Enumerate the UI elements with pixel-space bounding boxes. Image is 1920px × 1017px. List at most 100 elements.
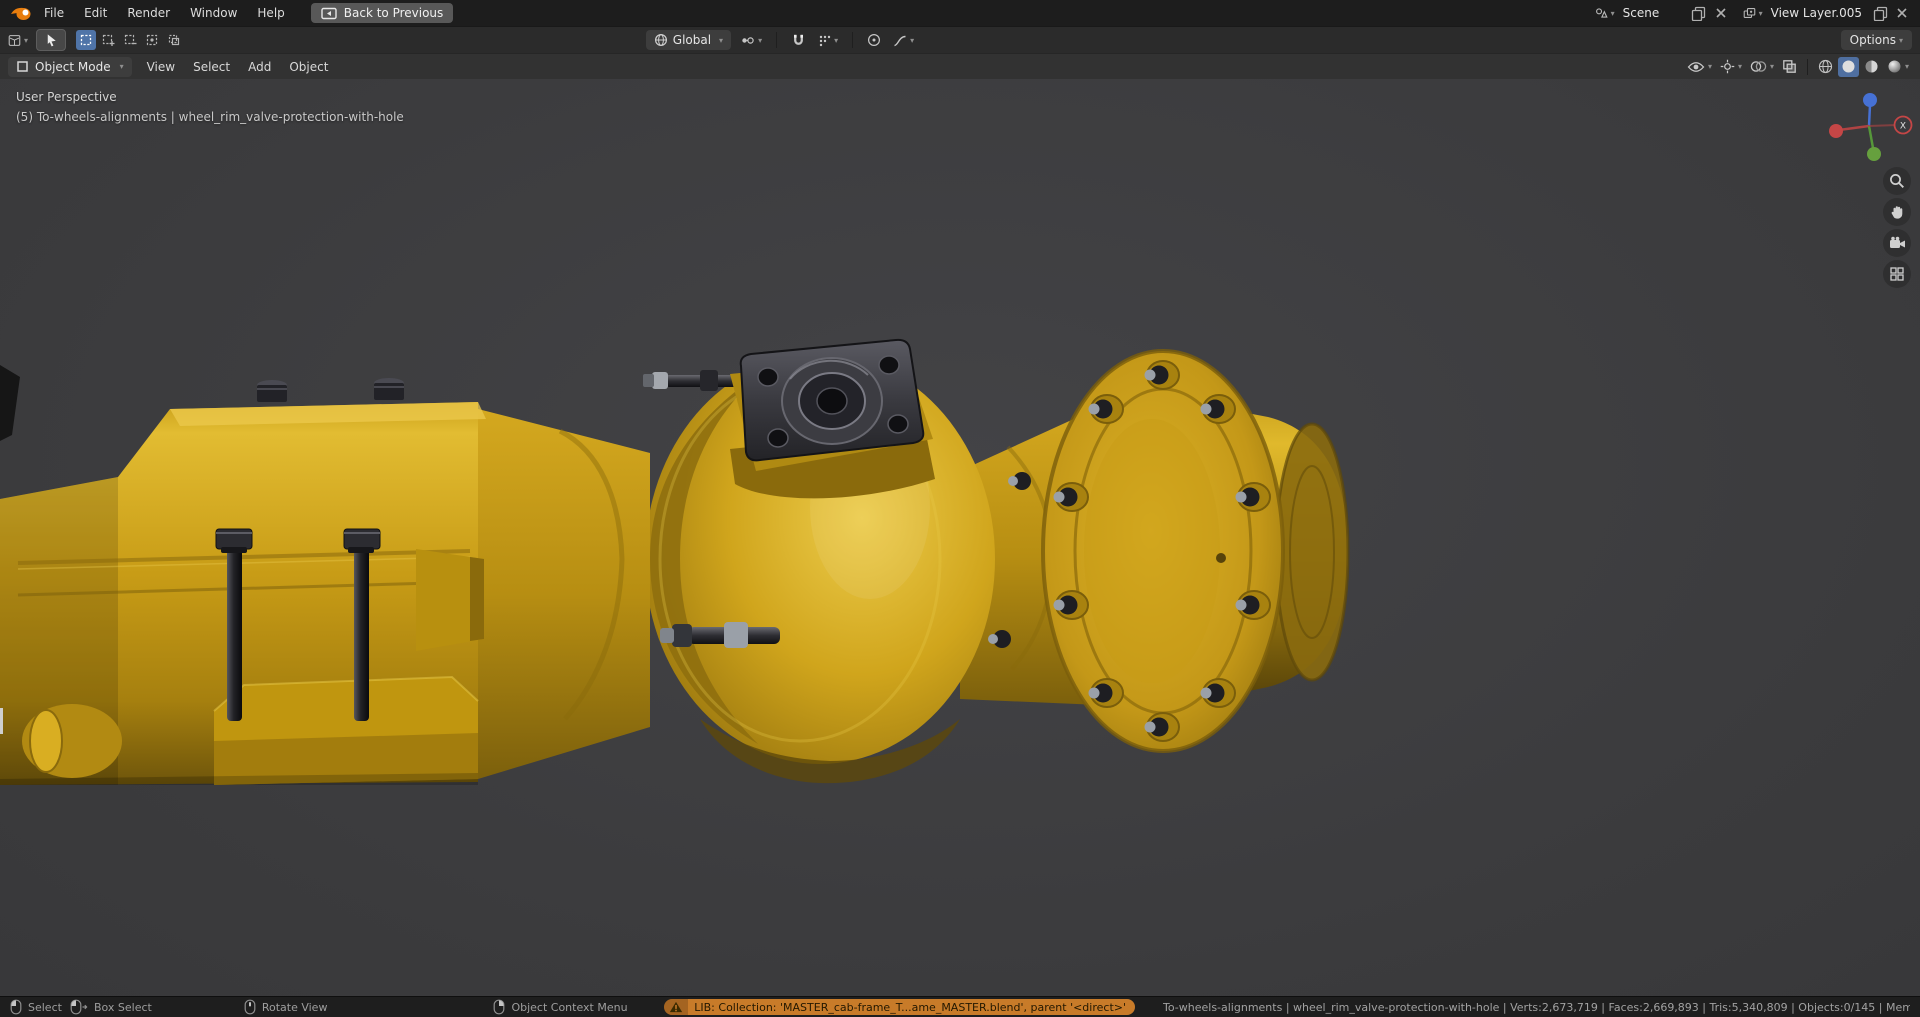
select-mode-subtract-button[interactable] bbox=[120, 30, 140, 50]
editor-type-dropdown[interactable] bbox=[8, 30, 28, 50]
select-mode-intersect-button[interactable] bbox=[164, 30, 184, 50]
transform-orientation-dropdown[interactable]: Global bbox=[645, 30, 732, 50]
mouse-right-icon bbox=[494, 999, 505, 1015]
cursor-arrow-icon bbox=[47, 33, 56, 46]
hint-rotate-view: Rotate View bbox=[244, 999, 327, 1015]
new-view-layer-button[interactable] bbox=[1870, 3, 1890, 23]
material-sphere-icon bbox=[1865, 60, 1878, 73]
axle-taper[interactable] bbox=[478, 409, 650, 779]
solid-sphere-icon bbox=[1842, 60, 1855, 73]
snap-toggle-button[interactable] bbox=[788, 30, 809, 50]
menu-window[interactable]: Window bbox=[180, 0, 247, 26]
top-hex-bolts[interactable] bbox=[257, 378, 404, 402]
mouse-drag-icon bbox=[70, 999, 88, 1015]
library-warning-badge[interactable]: LIB: Collection: 'MASTER_cab-frame_T...a… bbox=[664, 999, 1135, 1015]
shading-wireframe-button[interactable] bbox=[1815, 57, 1836, 77]
axle-housing-left[interactable] bbox=[0, 365, 486, 785]
edge-marker bbox=[0, 708, 3, 734]
shading-rendered-button[interactable] bbox=[1884, 57, 1912, 77]
viewport-tools bbox=[1883, 167, 1911, 288]
left-cylinder-boss bbox=[22, 704, 122, 778]
viewport-header: Object Mode View Select Add Object bbox=[0, 53, 1920, 79]
options-label: Options bbox=[1849, 33, 1896, 47]
xray-toggle-button[interactable] bbox=[1779, 57, 1800, 77]
menu-help[interactable]: Help bbox=[247, 0, 294, 26]
object-mode-icon bbox=[17, 61, 28, 72]
background-object bbox=[0, 365, 20, 441]
overlays-dropdown[interactable] bbox=[1747, 57, 1777, 77]
hint-context-menu: Object Context Menu bbox=[493, 999, 628, 1015]
active-object-label: (5) To-wheels-alignments | wheel_rim_val… bbox=[16, 110, 404, 124]
pivot-point-dropdown[interactable] bbox=[737, 30, 765, 50]
proportional-falloff-dropdown[interactable] bbox=[890, 30, 917, 50]
topbar-right: Scene View Layer.005 bbox=[1595, 3, 1912, 23]
hint-box-select: Box Select bbox=[70, 999, 152, 1015]
navigation-gizmo[interactable]: X bbox=[1823, 82, 1913, 172]
menu-view[interactable]: View bbox=[138, 54, 184, 80]
pivot-point-icon bbox=[742, 36, 754, 44]
scene-browse-dropdown[interactable] bbox=[1595, 3, 1615, 23]
back-to-previous-button[interactable]: Back to Previous bbox=[310, 3, 454, 23]
menu-edit[interactable]: Edit bbox=[74, 0, 117, 26]
falloff-curve-icon bbox=[894, 35, 906, 46]
active-tool-tweak-button[interactable] bbox=[36, 29, 66, 51]
select-mode-extend-button[interactable] bbox=[98, 30, 118, 50]
shading-material-button[interactable] bbox=[1861, 57, 1882, 77]
menu-add[interactable]: Add bbox=[239, 54, 280, 80]
select-intersect-icon bbox=[168, 34, 180, 46]
toggle-ortho-button[interactable] bbox=[1883, 260, 1911, 288]
snap-settings-dropdown[interactable] bbox=[815, 30, 841, 50]
editor-3d-viewport-icon bbox=[8, 34, 21, 46]
unlink-scene-button[interactable] bbox=[1711, 3, 1731, 23]
menu-select[interactable]: Select bbox=[184, 54, 239, 80]
tool-settings-bar: Global bbox=[0, 26, 1920, 53]
options-dropdown[interactable]: Options bbox=[1840, 30, 1912, 50]
select-extend-icon bbox=[102, 34, 115, 46]
select-new-icon bbox=[80, 34, 92, 46]
axle-3d-model[interactable] bbox=[0, 79, 1920, 996]
select-mode-invert-button[interactable] bbox=[142, 30, 162, 50]
gizmo-y-axis bbox=[1867, 147, 1881, 161]
wheel-hub-flange[interactable] bbox=[1041, 349, 1285, 753]
warning-triangle-icon bbox=[664, 999, 689, 1015]
magnifier-icon bbox=[1890, 174, 1904, 188]
divider bbox=[1806, 58, 1808, 75]
select-mode-new-button[interactable] bbox=[76, 30, 96, 50]
duplicate-icon bbox=[1873, 6, 1887, 21]
mouse-middle-icon bbox=[244, 999, 256, 1015]
view-layer-icon bbox=[1743, 8, 1755, 18]
zoom-button[interactable] bbox=[1883, 167, 1911, 195]
proportional-editing-toggle[interactable] bbox=[864, 30, 884, 50]
new-scene-button[interactable] bbox=[1689, 3, 1709, 23]
magnet-icon bbox=[794, 34, 804, 45]
shading-solid-button[interactable] bbox=[1837, 56, 1859, 77]
view-perspective-label: User Perspective bbox=[16, 90, 117, 104]
menu-object[interactable]: Object bbox=[280, 54, 337, 80]
mode-dropdown[interactable]: Object Mode bbox=[8, 56, 132, 77]
pan-button[interactable] bbox=[1883, 198, 1911, 226]
proportional-circle-icon bbox=[868, 33, 881, 47]
visibility-dropdown[interactable] bbox=[1684, 57, 1715, 77]
top-cover-plate[interactable] bbox=[739, 338, 925, 462]
transform-snap-cluster: Global bbox=[645, 30, 917, 50]
scene-name-field[interactable]: Scene bbox=[1617, 6, 1687, 20]
hint-select: Select bbox=[10, 999, 62, 1015]
menu-file[interactable]: File bbox=[34, 0, 74, 26]
select-mode-group bbox=[76, 30, 184, 50]
gizmo-toggle-icon bbox=[1720, 59, 1735, 74]
select-invert-icon bbox=[146, 34, 158, 46]
gizmos-dropdown[interactable] bbox=[1717, 57, 1745, 77]
scene-icon bbox=[1595, 8, 1608, 18]
mouse-left-icon bbox=[10, 999, 22, 1015]
view-layer-name-field[interactable]: View Layer.005 bbox=[1765, 6, 1868, 20]
menu-render[interactable]: Render bbox=[117, 0, 180, 26]
blender-logo-icon[interactable] bbox=[8, 5, 34, 21]
close-icon bbox=[1897, 8, 1907, 18]
back-screen-icon bbox=[321, 7, 337, 20]
topbar: File Edit Render Window Help Back to Pre… bbox=[0, 0, 1920, 26]
hand-icon bbox=[1891, 206, 1903, 219]
view-layer-browse-dropdown[interactable] bbox=[1743, 3, 1763, 23]
remove-view-layer-button[interactable] bbox=[1892, 3, 1912, 23]
viewport-3d[interactable]: User Perspective (5) To-wheels-alignment… bbox=[0, 79, 1920, 996]
camera-view-button[interactable] bbox=[1883, 229, 1911, 257]
